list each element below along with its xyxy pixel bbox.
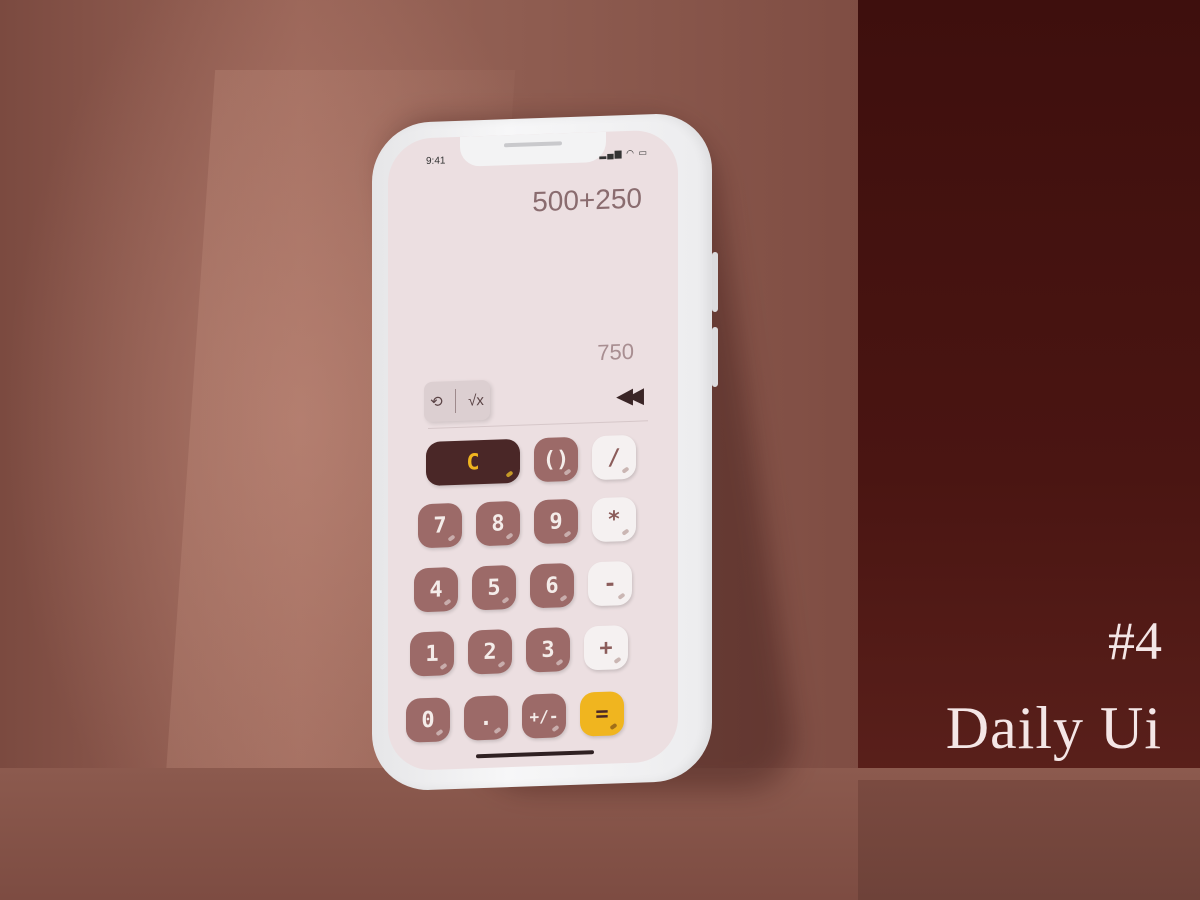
floor-right: [858, 780, 1200, 900]
digit-6-button[interactable]: 6: [530, 562, 574, 609]
signal-icon: ▂▄▆: [599, 148, 623, 159]
equals-button[interactable]: =: [580, 691, 624, 737]
tool-separator: [454, 389, 456, 414]
calculator-screen: 9:41 ▂▄▆ ◠ ▭ 500+250 750 ⟲ √x ◀◀ C () / …: [388, 129, 678, 772]
sqrt-icon[interactable]: √x: [468, 392, 484, 410]
status-time: 9:41: [426, 155, 446, 168]
add-button[interactable]: +: [584, 624, 628, 671]
wifi-icon: ◠: [626, 147, 635, 159]
divide-button[interactable]: /: [592, 434, 636, 481]
battery-icon: ▭: [638, 147, 648, 158]
digit-5-button[interactable]: 5: [472, 564, 516, 611]
parentheses-button[interactable]: (): [534, 436, 578, 483]
history-icon[interactable]: ⟲: [430, 392, 443, 410]
clear-button[interactable]: C: [426, 438, 520, 487]
negate-button[interactable]: +/-: [522, 693, 566, 739]
digit-7-button[interactable]: 7: [418, 502, 462, 549]
tool-tab: ⟲ √x: [424, 379, 490, 423]
notch: [460, 131, 606, 167]
home-indicator: [476, 750, 594, 759]
result-display: 750: [597, 338, 634, 366]
digit-2-button[interactable]: 2: [468, 629, 512, 675]
double-chevron-left-icon[interactable]: ◀◀: [616, 383, 638, 410]
digit-4-button[interactable]: 4: [414, 566, 458, 613]
multiply-button[interactable]: *: [592, 496, 636, 543]
speaker: [504, 141, 562, 148]
caption-title: Daily Ui: [945, 695, 1162, 761]
subtract-button[interactable]: -: [588, 560, 632, 607]
volume-button: [712, 251, 718, 313]
digit-1-button[interactable]: 1: [410, 631, 454, 677]
digit-9-button[interactable]: 9: [534, 498, 578, 545]
digit-3-button[interactable]: 3: [526, 627, 570, 673]
status-icons: ▂▄▆ ◠ ▭: [599, 147, 648, 160]
expression-display: 500+250: [532, 182, 642, 218]
keypad-divider: [428, 420, 648, 429]
digit-0-button[interactable]: 0: [406, 697, 450, 743]
caption-number: #4: [1108, 611, 1162, 671]
volume-button: [712, 326, 718, 388]
decimal-button[interactable]: .: [464, 695, 508, 741]
digit-8-button[interactable]: 8: [476, 500, 520, 547]
phone-frame: 9:41 ▂▄▆ ◠ ▭ 500+250 750 ⟲ √x ◀◀ C () / …: [372, 112, 718, 792]
